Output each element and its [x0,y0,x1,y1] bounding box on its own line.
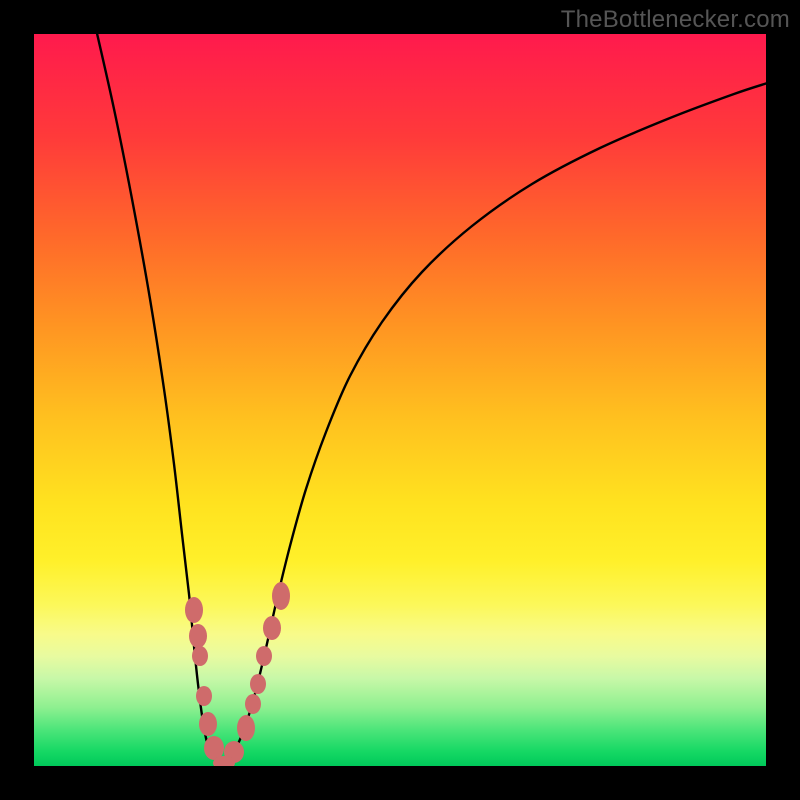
plot-area [34,34,766,766]
bead-left-2 [192,646,208,666]
bead-right-5 [263,616,281,640]
bead-bottom-0 [213,756,235,766]
bead-left-4 [199,712,217,736]
bead-right-1 [237,715,255,741]
bead-right-4 [256,646,272,666]
curve-right-branch [222,81,766,764]
bead-right-2 [245,694,261,714]
bead-right-6 [272,582,290,610]
bead-right-3 [250,674,266,694]
curves-layer [34,34,766,766]
bead-left-3 [196,686,212,706]
watermark-text: TheBottlenecker.com [561,6,790,34]
bead-left-0 [185,597,203,623]
bead-left-1 [189,624,207,648]
chart-frame: TheBottlenecker.com [0,0,800,800]
